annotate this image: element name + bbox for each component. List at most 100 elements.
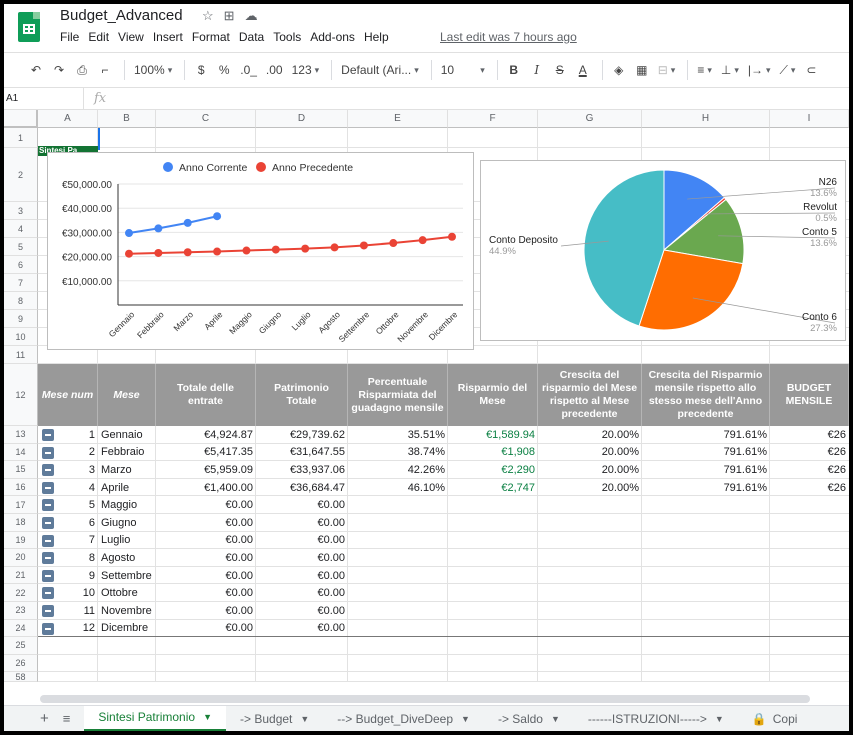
cell-mese[interactable]: Maggio [98, 496, 156, 514]
cell-crescita_m[interactable] [538, 549, 642, 567]
cell-risparmio[interactable] [448, 532, 538, 550]
column-header-e[interactable]: E [348, 110, 448, 128]
menu-view[interactable]: View [118, 30, 149, 44]
cell-mese[interactable]: Aprile [98, 479, 156, 497]
cell-budget[interactable]: €26 [770, 444, 849, 462]
zoom-select[interactable]: 100% [131, 58, 175, 82]
font-select[interactable]: Default (Ari... [338, 58, 422, 82]
cell-mese[interactable]: Novembre [98, 602, 156, 620]
tab-budget-divedeep[interactable]: --> Budget_DiveDeep ▼ [323, 706, 484, 732]
cell-perc[interactable] [348, 567, 448, 585]
cell-crescita_m[interactable]: 20.00% [538, 426, 642, 444]
merge-cells-icon[interactable]: ⊟ [655, 58, 679, 82]
row-header-19[interactable]: 19 [4, 531, 38, 550]
cell-budget[interactable] [770, 567, 849, 585]
cell-risparmio[interactable] [448, 567, 538, 585]
cell-num[interactable]: 10 [52, 584, 98, 602]
row-header-11[interactable]: 11 [4, 346, 38, 364]
cell-crescita_a[interactable] [642, 496, 770, 514]
tab-menu-icon[interactable]: ▼ [551, 714, 560, 724]
currency-format-button[interactable]: $ [191, 58, 211, 82]
row-header-6[interactable]: 6 [4, 256, 38, 274]
cell-budget[interactable] [770, 584, 849, 602]
cell-risparmio[interactable] [448, 584, 538, 602]
cell-budget[interactable]: €26 [770, 479, 849, 497]
menu-insert[interactable]: Insert [153, 30, 188, 44]
cell-perc[interactable] [348, 584, 448, 602]
cell-crescita_m[interactable]: 20.00% [538, 444, 642, 462]
cell-mese[interactable]: Giugno [98, 514, 156, 532]
cell-crescita_a[interactable] [642, 620, 770, 638]
row-header-12[interactable]: 12 [4, 364, 38, 426]
row-header-22[interactable]: 22 [4, 584, 38, 602]
cell-crescita_a[interactable] [642, 549, 770, 567]
cell-patrimonio[interactable]: €0.00 [256, 602, 348, 620]
bold-button[interactable]: B [504, 58, 524, 82]
cell-risparmio[interactable]: €1,908 [448, 444, 538, 462]
cell-entrate[interactable]: €0.00 [156, 514, 256, 532]
cell-perc[interactable] [348, 532, 448, 550]
column-header-a[interactable]: A [38, 110, 98, 128]
tab-menu-icon[interactable]: ▼ [461, 714, 470, 724]
row-header-8[interactable]: 8 [4, 292, 38, 310]
column-header-h[interactable]: H [642, 110, 770, 128]
cell-entrate[interactable]: €0.00 [156, 602, 256, 620]
cell-crescita_a[interactable]: 791.61% [642, 479, 770, 497]
row-header-13[interactable]: 13 [4, 426, 38, 444]
row-header-1[interactable]: 1 [4, 128, 38, 148]
row-header-3[interactable]: 3 [4, 202, 38, 220]
cell-perc[interactable] [348, 496, 448, 514]
sheets-logo-icon[interactable] [18, 12, 40, 42]
tab-istruzioni[interactable]: ------ISTRUZIONI-----> ▼ [574, 706, 738, 732]
pie-chart[interactable]: N26 13.6% Revolut 0.5% Conto 5 13.6% Conto 6 27… [480, 160, 846, 341]
row-header-10[interactable]: 10 [4, 328, 38, 346]
cell-entrate[interactable]: €0.00 [156, 496, 256, 514]
cell-risparmio[interactable] [448, 602, 538, 620]
cell-patrimonio[interactable]: €0.00 [256, 567, 348, 585]
cell-perc[interactable] [348, 549, 448, 567]
cell-mese[interactable]: Gennaio [98, 426, 156, 444]
redo-icon[interactable]: ↷ [49, 58, 69, 82]
cell-risparmio[interactable]: €2,747 [448, 479, 538, 497]
cell-entrate[interactable]: €4,924.87 [156, 426, 256, 444]
cell-patrimonio[interactable]: €0.00 [256, 584, 348, 602]
cell-patrimonio[interactable]: €31,647.55 [256, 444, 348, 462]
cell-num[interactable]: 6 [52, 514, 98, 532]
row-header-24[interactable]: 24 [4, 619, 38, 638]
cell-num[interactable]: 7 [52, 532, 98, 550]
cell-budget[interactable] [770, 496, 849, 514]
cell-patrimonio[interactable]: €36,684.47 [256, 479, 348, 497]
cell-patrimonio[interactable]: €33,937.06 [256, 461, 348, 479]
select-all-corner[interactable] [4, 110, 38, 128]
cell-patrimonio[interactable]: €0.00 [256, 549, 348, 567]
cell-budget[interactable]: €26 [770, 426, 849, 444]
tab-saldo[interactable]: -> Saldo ▼ [484, 706, 574, 732]
cell-budget[interactable] [770, 620, 849, 638]
cell-crescita_a[interactable]: 791.61% [642, 461, 770, 479]
cell-num[interactable]: 2 [52, 444, 98, 462]
row-header-5[interactable]: 5 [4, 238, 38, 256]
cell-patrimonio[interactable]: €0.00 [256, 532, 348, 550]
cell-perc[interactable]: 46.10% [348, 479, 448, 497]
menu-file[interactable]: File [60, 30, 84, 44]
row-header-18[interactable]: 18 [4, 514, 38, 532]
cell-mese[interactable]: Ottobre [98, 584, 156, 602]
menu-format[interactable]: Format [192, 30, 235, 44]
borders-icon[interactable]: ▦ [632, 58, 652, 82]
cell-crescita_m[interactable] [538, 496, 642, 514]
cell-entrate[interactable]: €1,400.00 [156, 479, 256, 497]
row-header-21[interactable]: 21 [4, 566, 38, 585]
row-header-2[interactable]: 2 [4, 148, 38, 202]
print-icon[interactable]: ⎙ [72, 58, 92, 82]
cell-entrate[interactable]: €5,417.35 [156, 444, 256, 462]
spreadsheet-grid[interactable]: A B C D E F G H I 1 2 3 4 5 6 7 8 9 10 11 12 13 14 15 16 17 18 19 20… [4, 110, 849, 695]
tab-sintesi-patrimonio[interactable]: Sintesi Patrimonio ▼ [84, 705, 226, 731]
cell-crescita_m[interactable]: 20.00% [538, 479, 642, 497]
cell-mese[interactable]: Agosto [98, 549, 156, 567]
cell-perc[interactable]: 38.74% [348, 444, 448, 462]
cell-crescita_a[interactable] [642, 567, 770, 585]
row-header-16[interactable]: 16 [4, 478, 38, 497]
cell-budget[interactable] [770, 514, 849, 532]
menu-edit[interactable]: Edit [88, 30, 114, 44]
menu-tools[interactable]: Tools [273, 30, 306, 44]
